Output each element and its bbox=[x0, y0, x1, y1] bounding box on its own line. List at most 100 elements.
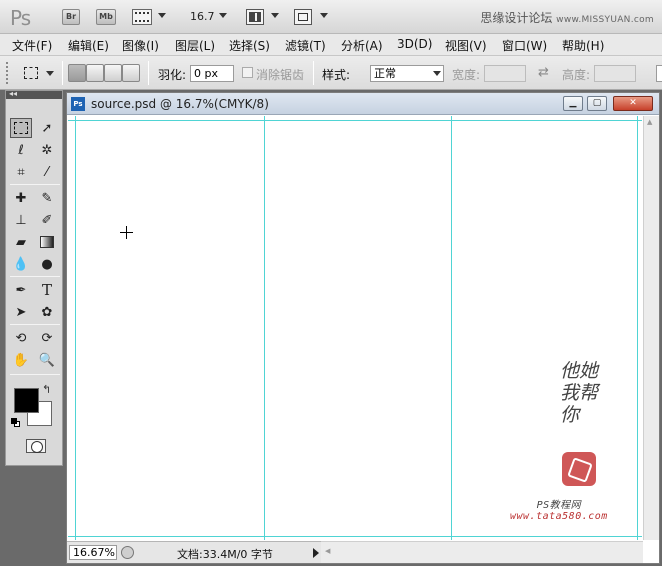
minibridge-button[interactable]: Mb bbox=[96, 9, 116, 25]
intersect-selection-button[interactable] bbox=[122, 64, 140, 82]
film-icon bbox=[135, 12, 149, 22]
document-canvas[interactable] bbox=[68, 116, 642, 540]
zoom-field[interactable]: 16.67% bbox=[69, 545, 117, 560]
dodge-tool[interactable]: ● bbox=[36, 254, 58, 274]
zoom-level-select[interactable]: 16.7 bbox=[190, 10, 215, 23]
tool-preset-picker[interactable] bbox=[22, 65, 56, 83]
tools-panel-header[interactable]: ◂◂ bbox=[6, 89, 62, 99]
minimize-button[interactable]: ▁ bbox=[563, 96, 583, 111]
menu-select[interactable]: 选择(S) bbox=[229, 37, 270, 54]
vertical-scrollbar[interactable]: ▲ bbox=[643, 116, 659, 540]
site-name: PS教程网 bbox=[536, 500, 582, 511]
collapse-arrows-icon[interactable]: ◂◂ bbox=[9, 89, 17, 98]
antialias-checkbox[interactable] bbox=[242, 67, 253, 78]
maximize-button[interactable]: ▢ bbox=[587, 96, 607, 111]
add-to-selection-button[interactable] bbox=[86, 64, 104, 82]
hand-tool[interactable]: ✋ bbox=[10, 350, 32, 370]
menu-file[interactable]: 文件(F) bbox=[12, 37, 52, 54]
chevron-down-icon[interactable] bbox=[219, 13, 227, 18]
close-button[interactable]: ✕ bbox=[613, 96, 653, 111]
custom-shape-tool[interactable]: ✿ bbox=[36, 302, 58, 322]
menu-filter[interactable]: 滤镜(T) bbox=[285, 37, 326, 54]
foreground-color-swatch[interactable] bbox=[14, 388, 39, 413]
healing-brush-tool[interactable]: ✚ bbox=[10, 188, 32, 208]
vertical-guide[interactable] bbox=[451, 116, 452, 540]
horizontal-guide-bottom[interactable] bbox=[68, 536, 642, 537]
3d-orbit-icon: ⟳ bbox=[41, 330, 53, 346]
menu-3d[interactable]: 3D(D) bbox=[397, 37, 432, 51]
view-extras-button[interactable] bbox=[132, 9, 152, 25]
chevron-down-icon[interactable] bbox=[271, 13, 279, 18]
pen-tool[interactable]: ✒ bbox=[10, 280, 32, 300]
maximize-icon: ▢ bbox=[592, 98, 602, 108]
status-info-icon[interactable] bbox=[121, 546, 134, 559]
height-input[interactable] bbox=[594, 65, 636, 82]
chevron-down-icon bbox=[46, 71, 54, 76]
brush-tool[interactable]: ✎ bbox=[36, 188, 58, 208]
clone-stamp-tool[interactable]: ⊥ bbox=[10, 210, 32, 230]
menu-view[interactable]: 视图(V) bbox=[445, 37, 487, 54]
scroll-left-icon[interactable]: ◀ bbox=[325, 547, 330, 555]
zoom-tool[interactable]: 🔍 bbox=[36, 350, 58, 370]
swap-dimensions-icon[interactable]: ⇄ bbox=[538, 65, 549, 80]
brand-cn-text: 思缘设计论坛 bbox=[480, 11, 553, 25]
type-tool[interactable]: T bbox=[36, 280, 58, 300]
vertical-guide[interactable] bbox=[264, 116, 265, 540]
width-input[interactable] bbox=[484, 65, 526, 82]
menu-analysis[interactable]: 分析(A) bbox=[341, 37, 383, 54]
3d-orbit-tool[interactable]: ⟳ bbox=[36, 328, 58, 348]
lasso-tool[interactable]: ℓ bbox=[10, 140, 32, 160]
minimize-icon: ▁ bbox=[569, 98, 577, 108]
history-brush-tool[interactable]: ✐ bbox=[36, 210, 58, 230]
lasso-icon: ℓ bbox=[18, 142, 24, 158]
chevron-down-icon[interactable] bbox=[158, 13, 166, 18]
width-label: 宽度: bbox=[452, 68, 481, 82]
crop-tool[interactable]: ⌗ bbox=[10, 162, 32, 182]
menu-edit[interactable]: 编辑(E) bbox=[68, 37, 109, 54]
refine-edge-button[interactable] bbox=[656, 65, 662, 82]
screen-mode-button[interactable] bbox=[294, 9, 312, 25]
blur-tool[interactable]: 💧 bbox=[10, 254, 32, 274]
eraser-icon: ▰ bbox=[16, 234, 26, 250]
swap-colors-icon[interactable]: ↰ bbox=[42, 383, 51, 396]
feather-label: 羽化: bbox=[158, 68, 187, 82]
new-selection-button[interactable] bbox=[68, 64, 86, 82]
crop-icon: ⌗ bbox=[17, 164, 25, 180]
3d-rotate-tool[interactable]: ⟲ bbox=[10, 328, 32, 348]
marquee-icon bbox=[14, 122, 28, 134]
stamp-icon: ⊥ bbox=[15, 212, 27, 228]
feather-input[interactable]: 0 px bbox=[190, 65, 234, 82]
menu-layer[interactable]: 图层(L) bbox=[175, 37, 215, 54]
drop-icon: 💧 bbox=[12, 256, 30, 272]
chevron-down-icon[interactable] bbox=[320, 13, 328, 18]
path-selection-tool[interactable]: ➤ bbox=[10, 302, 32, 322]
gradient-tool[interactable] bbox=[36, 232, 58, 252]
bridge-button[interactable]: Br bbox=[62, 9, 80, 25]
horizontal-guide-top[interactable] bbox=[68, 120, 642, 121]
menu-help[interactable]: 帮助(H) bbox=[562, 37, 604, 54]
shape-icon: ✿ bbox=[41, 304, 53, 320]
horizontal-scrollbar[interactable]: ◀ bbox=[321, 541, 643, 563]
vertical-guide[interactable] bbox=[75, 116, 76, 540]
arrange-documents-button[interactable] bbox=[246, 9, 264, 25]
menu-image[interactable]: 图像(I) bbox=[122, 37, 159, 54]
document-title: source.psd @ 16.7%(CMYK/8) bbox=[91, 97, 269, 111]
menu-window[interactable]: 窗口(W) bbox=[502, 37, 547, 54]
subtract-from-selection-button[interactable] bbox=[104, 64, 122, 82]
brush-icon: ✎ bbox=[41, 190, 53, 206]
default-colors-icon[interactable] bbox=[11, 418, 21, 428]
status-menu-arrow-icon[interactable] bbox=[313, 548, 319, 558]
style-select[interactable]: 正常 bbox=[370, 65, 444, 82]
move-tool[interactable]: ➚ bbox=[36, 118, 58, 138]
document-size-info: 文档:33.4M/0 字节 bbox=[177, 548, 273, 561]
vertical-guide[interactable] bbox=[637, 116, 638, 540]
scroll-up-icon[interactable]: ▲ bbox=[647, 118, 652, 126]
quick-mask-button[interactable] bbox=[26, 439, 46, 453]
magic-wand-tool[interactable]: ✲ bbox=[36, 140, 58, 160]
magic-wand-icon: ✲ bbox=[41, 142, 53, 158]
rectangular-marquee-tool[interactable] bbox=[10, 118, 32, 138]
eraser-tool[interactable]: ▰ bbox=[10, 232, 32, 252]
document-title-bar[interactable]: Ps source.psd @ 16.7%(CMYK/8) ▁ ▢ ✕ bbox=[67, 93, 659, 115]
eyedropper-tool[interactable]: ⁄ bbox=[36, 162, 58, 182]
menu-bar: 文件(F) 编辑(E) 图像(I) 图层(L) 选择(S) 滤镜(T) 分析(A… bbox=[0, 34, 662, 56]
